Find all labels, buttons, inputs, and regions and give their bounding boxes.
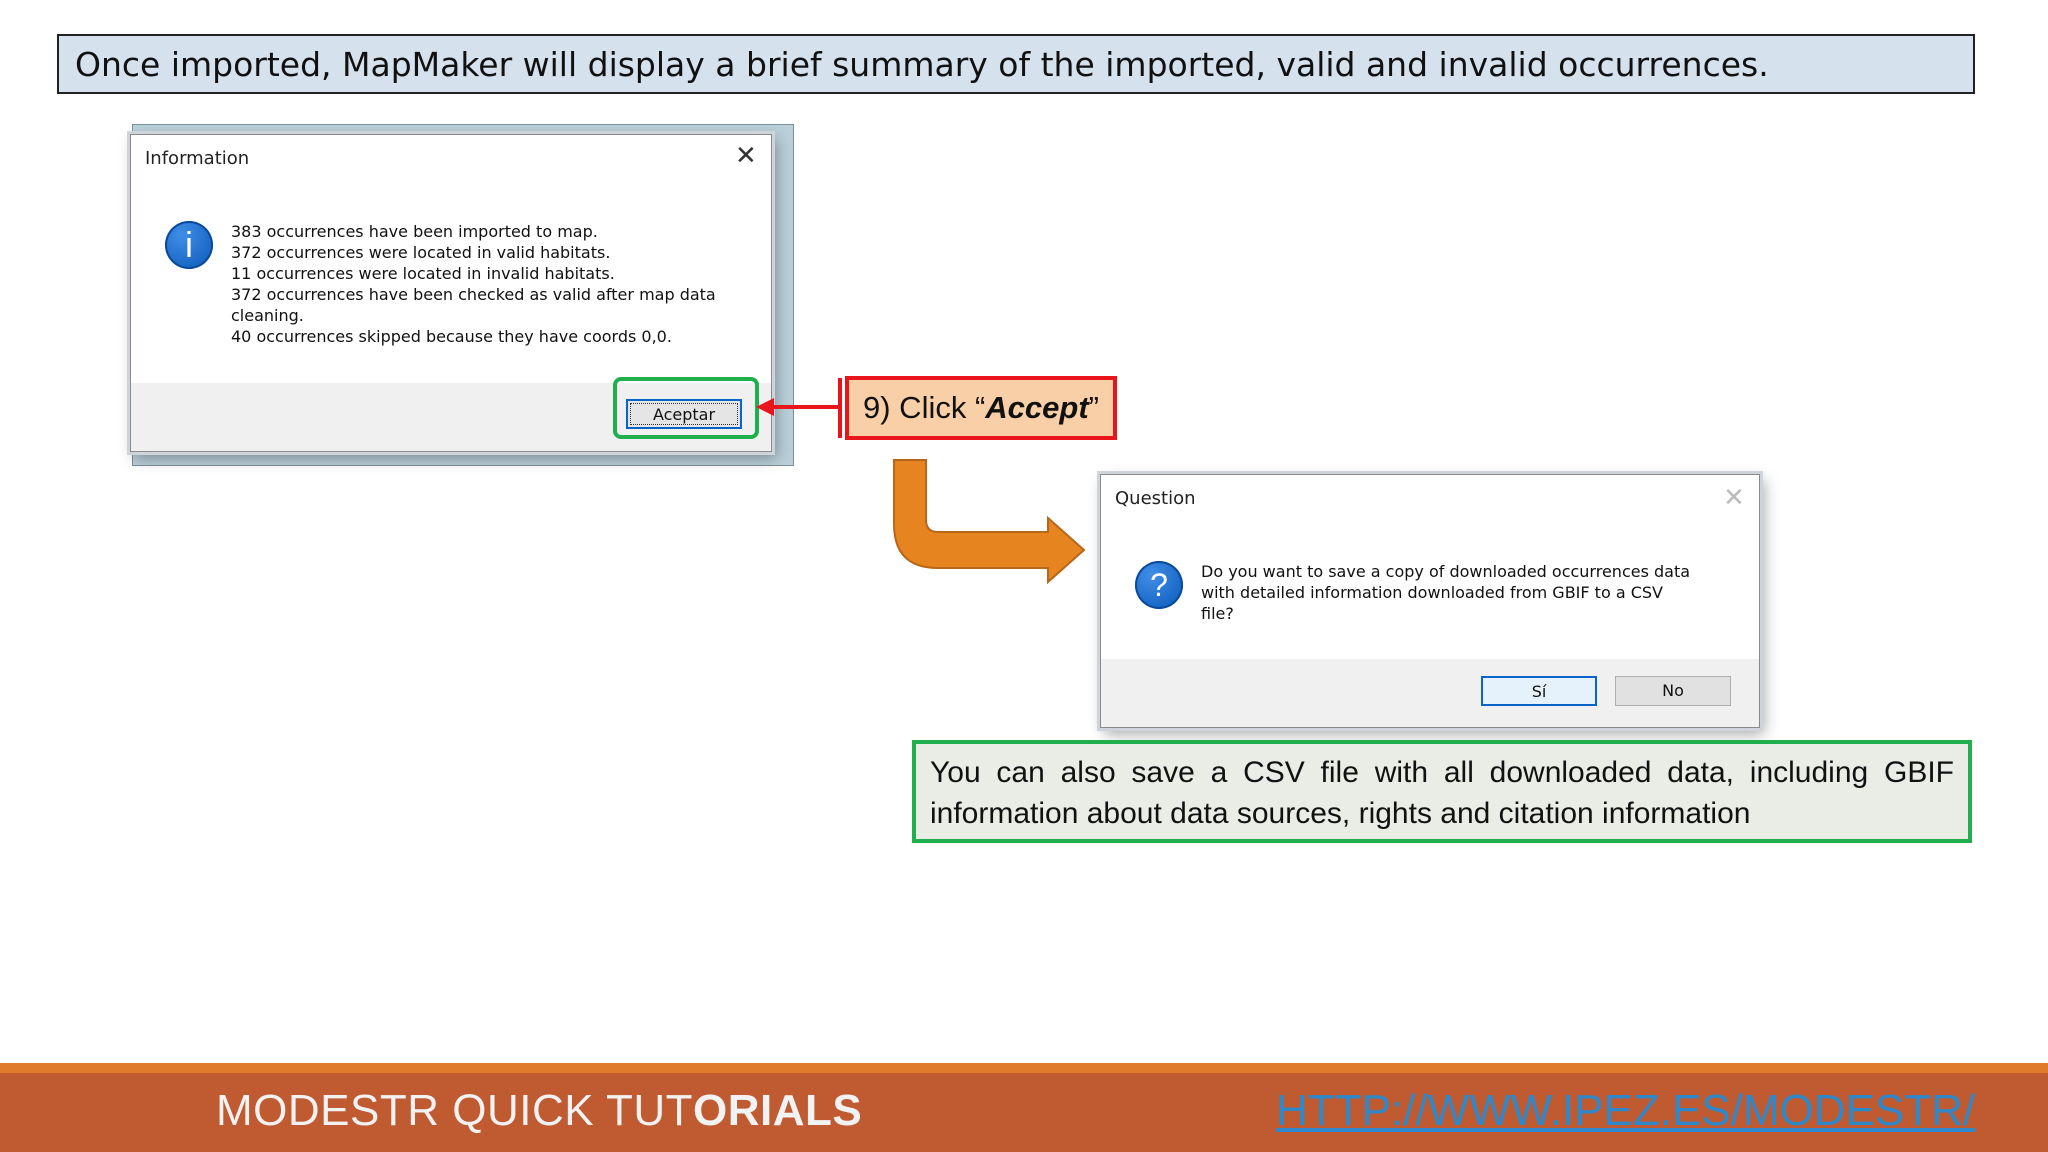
information-dialog-title: Information xyxy=(145,148,250,169)
info-icon: i xyxy=(165,221,213,269)
yes-button[interactable]: Sí xyxy=(1481,676,1597,706)
instruction-banner: Once imported, MapMaker will display a b… xyxy=(57,34,1975,94)
question-dialog-title: Question xyxy=(1115,488,1196,509)
message-line: Do you want to save a copy of downloaded… xyxy=(1201,562,1691,581)
step-callout-prefix: 9) Click “ xyxy=(863,390,986,425)
connector-arrowhead xyxy=(756,398,774,416)
csv-note: You can also save a CSV file with all do… xyxy=(912,740,1972,843)
message-line: 372 occurrences have been checked as val… xyxy=(231,285,716,304)
flow-arrow xyxy=(893,459,1086,585)
close-icon[interactable]: ✕ xyxy=(1723,485,1745,511)
question-message: Do you want to save a copy of downloaded… xyxy=(1201,561,1690,624)
information-dialog: Information ✕ i 383 occurrences have bee… xyxy=(130,134,772,452)
message-line: 11 occurrences were located in invalid h… xyxy=(231,264,615,283)
question-icon: ? xyxy=(1135,561,1183,609)
footer-title: MODESTR QUICK TUTORIALS xyxy=(216,1086,862,1136)
callout-connector xyxy=(756,378,842,438)
message-line: 40 occurrences skipped because they have… xyxy=(231,327,672,346)
message-line: file? xyxy=(1201,604,1234,623)
message-line: with detailed information downloaded fro… xyxy=(1201,583,1663,602)
aceptar-button[interactable]: Aceptar xyxy=(626,399,742,429)
step-callout-emphasis: Accept xyxy=(985,390,1089,425)
footer-url-link[interactable]: HTTP://WWW.IPEZ.ES/MODESTR/ xyxy=(1276,1086,1975,1136)
close-icon[interactable]: ✕ xyxy=(735,143,757,169)
flow-arrow-shape xyxy=(893,459,1086,585)
step-callout-suffix: ” xyxy=(1088,390,1099,425)
footer-title-bold: ORIALS xyxy=(693,1086,863,1135)
message-line: 372 occurrences were located in valid ha… xyxy=(231,243,611,262)
step-callout: 9) Click “Accept” xyxy=(845,376,1117,440)
message-line: cleaning. xyxy=(231,306,304,325)
message-line: 383 occurrences have been imported to ma… xyxy=(231,222,598,241)
footer-title-normal: MODESTR QUICK TUT xyxy=(216,1086,694,1135)
no-button[interactable]: No xyxy=(1615,676,1731,706)
question-dialog: Question ✕ ? Do you want to save a copy … xyxy=(1100,474,1760,728)
information-message: 383 occurrences have been imported to ma… xyxy=(231,221,716,347)
